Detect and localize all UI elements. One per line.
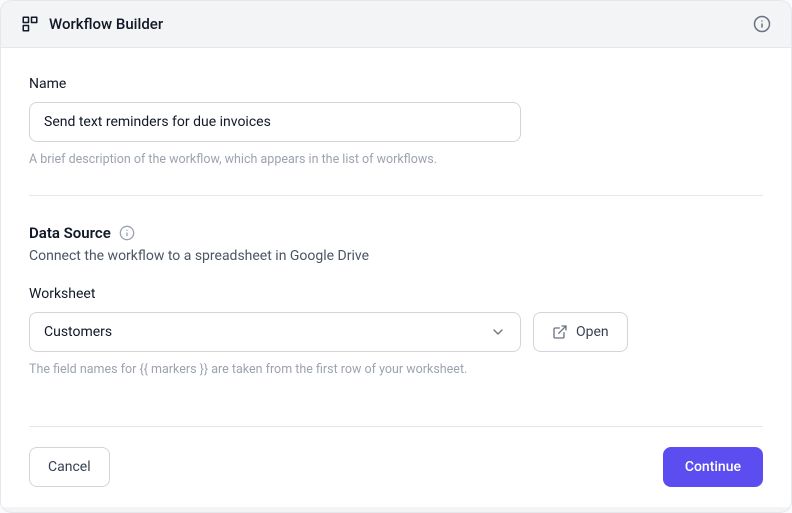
worksheet-row: Customers Open bbox=[29, 312, 763, 352]
name-input[interactable] bbox=[29, 102, 521, 142]
cancel-button[interactable]: Cancel bbox=[29, 447, 110, 487]
worksheet-value: Customers bbox=[44, 324, 112, 340]
name-help: A brief description of the workflow, whi… bbox=[29, 152, 763, 167]
header-left: Workflow Builder bbox=[21, 15, 163, 33]
chevron-down-icon bbox=[490, 324, 506, 340]
worksheet-label: Worksheet bbox=[29, 286, 763, 302]
page-title: Workflow Builder bbox=[49, 15, 163, 33]
datasource-header: Data Source bbox=[29, 224, 763, 242]
datasource-title: Data Source bbox=[29, 224, 111, 242]
name-section: Name A brief description of the workflow… bbox=[29, 76, 763, 167]
worksheet-help: The field names for {{ markers }} are ta… bbox=[29, 362, 763, 377]
worksheet-select[interactable]: Customers bbox=[29, 312, 521, 352]
continue-button[interactable]: Continue bbox=[663, 447, 763, 487]
name-label: Name bbox=[29, 76, 763, 92]
modal-header: Workflow Builder bbox=[1, 1, 791, 48]
external-link-icon bbox=[552, 324, 568, 340]
info-icon[interactable] bbox=[753, 15, 771, 33]
workflow-icon bbox=[21, 15, 39, 33]
workflow-builder-modal: Workflow Builder Name A brief descriptio… bbox=[0, 0, 792, 513]
modal-content: Name A brief description of the workflow… bbox=[1, 48, 791, 507]
info-icon[interactable] bbox=[119, 225, 135, 241]
open-label: Open bbox=[576, 324, 609, 340]
divider bbox=[29, 195, 763, 196]
datasource-desc: Connect the workflow to a spreadsheet in… bbox=[29, 248, 763, 264]
modal-footer: Cancel Continue bbox=[29, 426, 763, 487]
datasource-section: Data Source Connect the workflow to a sp… bbox=[29, 224, 763, 377]
open-button[interactable]: Open bbox=[533, 312, 628, 352]
